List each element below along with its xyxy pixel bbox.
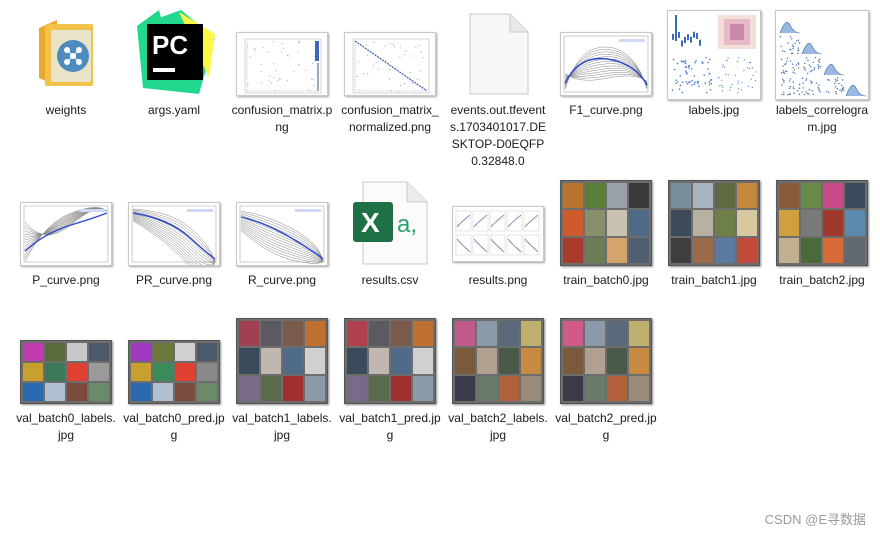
file-thumbnail	[336, 316, 444, 406]
file-thumbnail	[228, 316, 336, 406]
file-item-val-batch1-pred-jpg[interactable]: val_batch1_pred.jpg	[336, 316, 444, 444]
file-item-confusion-matrix-png[interactable]: confusion_matrix.png	[228, 8, 336, 136]
image-batch-thumbnail	[20, 340, 112, 404]
file-item-val-batch2-pred-jpg[interactable]: val_batch2_pred.jpg	[552, 316, 660, 444]
file-name-label: weights	[12, 102, 120, 119]
file-thumbnail	[120, 178, 228, 268]
file-thumbnail	[660, 178, 768, 268]
file-item-labels-correlogram-jpg[interactable]: labels_correlogram.jpg	[768, 8, 876, 136]
file-name-label: results.png	[444, 272, 552, 289]
file-thumbnail	[228, 178, 336, 268]
file-name-label: val_batch2_pred.jpg	[552, 410, 660, 444]
labels-thumbnail	[667, 10, 761, 100]
folder-icon	[35, 16, 97, 88]
file-name-label: val_batch2_labels.jpg	[444, 410, 552, 444]
image-batch-thumbnail	[776, 180, 868, 266]
image-batch-thumbnail	[560, 318, 652, 404]
file-item-val-batch1-labels-jpg[interactable]: val_batch1_labels.jpg	[228, 316, 336, 444]
image-batch-thumbnail	[128, 340, 220, 404]
file-name-label: args.yaml	[120, 102, 228, 119]
file-name-label: train_batch1.jpg	[660, 272, 768, 289]
file-item-train-batch2-jpg[interactable]: train_batch2.jpg	[768, 178, 876, 289]
file-name-label: labels.jpg	[660, 102, 768, 119]
file-name-label: results.csv	[336, 272, 444, 289]
pycharm-letters: PC	[152, 30, 188, 60]
file-thumbnail	[228, 8, 336, 98]
excel-icon: X a,	[351, 180, 429, 266]
file-item-confusion-matrix-normalized-png[interactable]: confusion_matrix_normalized.png	[336, 8, 444, 136]
curve-plot-thumbnail	[560, 32, 652, 96]
image-batch-thumbnail	[560, 180, 652, 266]
plot-thumbnail	[344, 32, 436, 96]
file-name-label: events.out.tfevents.1703401017.DESKTOP-D…	[444, 102, 552, 170]
file-name-label: P_curve.png	[12, 272, 120, 289]
excel-letter: X	[361, 207, 380, 238]
file-thumbnail	[768, 178, 876, 268]
file-item-events-out-tfevents-1703401017-desktop-d0eqfp0-32848-0[interactable]: events.out.tfevents.1703401017.DESKTOP-D…	[444, 8, 552, 170]
file-thumbnail	[444, 316, 552, 406]
file-item-val-batch0-labels-jpg[interactable]: val_batch0_labels.jpg	[12, 316, 120, 444]
file-item-train-batch1-jpg[interactable]: train_batch1.jpg	[660, 178, 768, 289]
file-thumbnail	[660, 8, 768, 98]
file-thumbnail	[12, 316, 120, 406]
image-batch-thumbnail	[344, 318, 436, 404]
file-name-label: val_batch1_labels.jpg	[228, 410, 336, 444]
excel-glyph: a,	[397, 211, 417, 238]
file-name-label: confusion_matrix_normalized.png	[336, 102, 444, 136]
file-name-label: train_batch0.jpg	[552, 272, 660, 289]
file-name-label: PR_curve.png	[120, 272, 228, 289]
file-thumbnail	[768, 8, 876, 98]
file-name-label: val_batch1_pred.jpg	[336, 410, 444, 444]
file-thumbnail	[120, 316, 228, 406]
file-item-r-curve-png[interactable]: R_curve.png	[228, 178, 336, 289]
curve-plot-thumbnail	[128, 202, 220, 266]
file-item-val-batch2-labels-jpg[interactable]: val_batch2_labels.jpg	[444, 316, 552, 444]
generic-file-icon	[466, 12, 530, 96]
file-thumbnail: PC	[120, 8, 228, 98]
file-thumbnail	[552, 8, 660, 98]
curve-plot-thumbnail	[236, 202, 328, 266]
file-item-args-yaml[interactable]: PC args.yaml	[120, 8, 228, 119]
plot-thumbnail	[236, 32, 328, 96]
curve-plot-thumbnail	[20, 202, 112, 266]
file-item-labels-jpg[interactable]: labels.jpg	[660, 8, 768, 119]
file-name-label: confusion_matrix.png	[228, 102, 336, 136]
file-thumbnail	[444, 8, 552, 98]
file-name-label: train_batch2.jpg	[768, 272, 876, 289]
pycharm-icon: PC	[129, 8, 219, 96]
correlogram-thumbnail	[775, 10, 869, 100]
file-thumbnail	[12, 178, 120, 268]
file-thumbnail: X a,	[336, 178, 444, 268]
file-name-label: F1_curve.png	[552, 102, 660, 119]
file-item-pr-curve-png[interactable]: PR_curve.png	[120, 178, 228, 289]
file-name-label: labels_correlogram.jpg	[768, 102, 876, 136]
image-batch-thumbnail	[668, 180, 760, 266]
file-thumbnail	[444, 178, 552, 268]
image-batch-thumbnail	[236, 318, 328, 404]
results-plot-thumbnail	[452, 206, 544, 262]
file-name-label: val_batch0_pred.jpg	[120, 410, 228, 444]
file-item-results-png[interactable]: results.png	[444, 178, 552, 289]
file-thumbnail	[336, 8, 444, 98]
file-item-train-batch0-jpg[interactable]: train_batch0.jpg	[552, 178, 660, 289]
file-name-label: R_curve.png	[228, 272, 336, 289]
file-name-label: val_batch0_labels.jpg	[12, 410, 120, 444]
file-item-f1-curve-png[interactable]: F1_curve.png	[552, 8, 660, 119]
file-item-weights[interactable]: weights	[12, 8, 120, 119]
watermark: CSDN @E寻数据	[765, 509, 866, 528]
file-thumbnail	[552, 178, 660, 268]
file-item-p-curve-png[interactable]: P_curve.png	[12, 178, 120, 289]
image-batch-thumbnail	[452, 318, 544, 404]
file-item-val-batch0-pred-jpg[interactable]: val_batch0_pred.jpg	[120, 316, 228, 444]
file-thumbnail	[552, 316, 660, 406]
file-thumbnail	[12, 8, 120, 98]
file-item-results-csv[interactable]: X a, results.csv	[336, 178, 444, 289]
